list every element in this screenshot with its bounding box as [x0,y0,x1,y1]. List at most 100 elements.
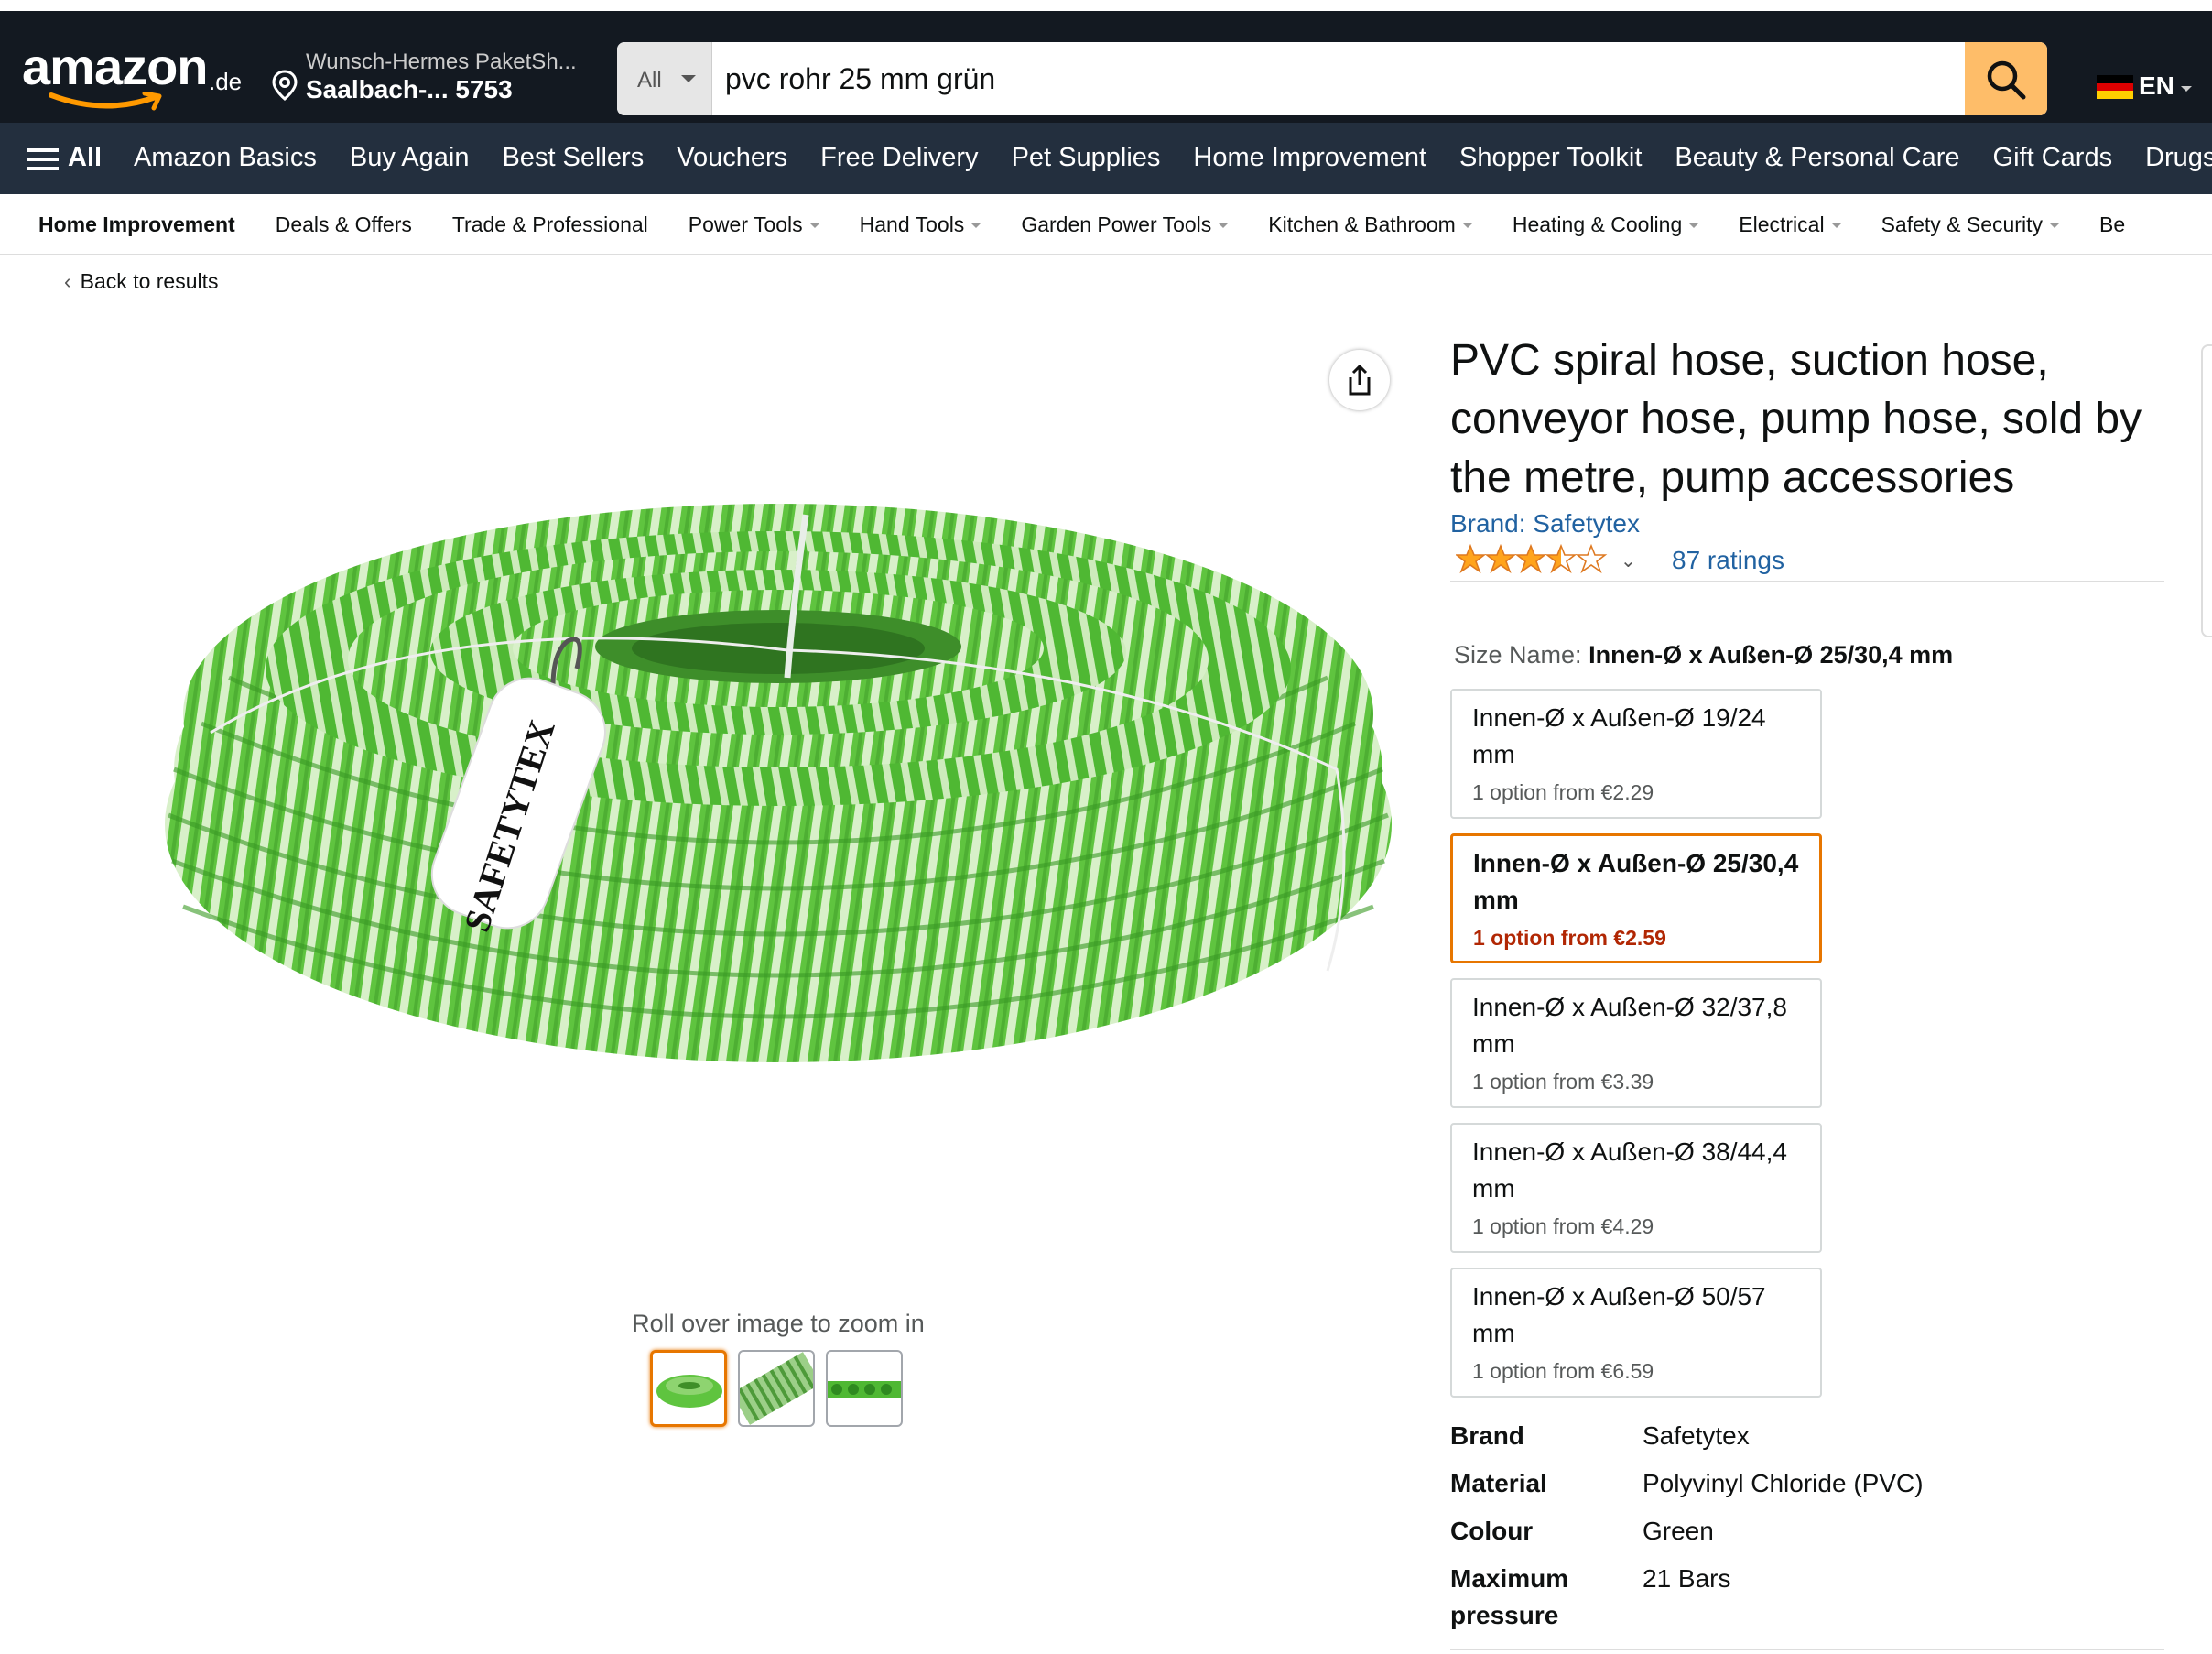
spec-key: Material [1450,1469,1547,1497]
search-bar: All [617,42,2047,115]
chevron-down-icon [1219,223,1229,229]
nav-link-vouchers[interactable]: Vouchers [677,143,787,173]
thumbnail-2[interactable] [738,1350,815,1427]
size-option-title: Innen-Ø x Außen-Ø 50/57 mm [1472,1282,1766,1347]
size-name-prefix: Size Name: [1454,641,1582,669]
nav-link-home-improvement[interactable]: Home Improvement [1193,143,1426,173]
subnav-power-tools-label: Power Tools [688,212,803,236]
brand-link[interactable]: Brand: Safetytex [1450,509,1640,539]
star-rating-icon[interactable] [1456,544,1611,575]
hamburger-icon [27,148,59,170]
share-icon [1349,364,1371,396]
nav-link-free-delivery[interactable]: Free Delivery [820,143,978,173]
search-button[interactable] [1965,42,2047,115]
subnav-heating-cooling[interactable]: Heating & Cooling [1512,212,1699,237]
chevron-down-icon [1831,223,1841,229]
size-option-38-44-4[interactable]: Innen-Ø x Außen-Ø 38/44,4 mm 1 option fr… [1450,1123,1822,1253]
size-option-32-37-8[interactable]: Innen-Ø x Außen-Ø 32/37,8 mm 1 option fr… [1450,978,1822,1108]
subnav-hand-tools[interactable]: Hand Tools [860,212,981,237]
spec-key: Colour [1450,1517,1534,1545]
thumbnail-strip [650,1350,925,1427]
size-option-title: Innen-Ø x Außen-Ø 25/30,4 mm [1473,849,1799,914]
hose-profile-thumbnail [828,1381,901,1398]
subnav-deals[interactable]: Deals & Offers [276,212,412,237]
nav-link-shopper-toolkit[interactable]: Shopper Toolkit [1459,143,1642,173]
product-main-image[interactable]: SAFETYTEX [146,495,1401,1136]
chevron-down-icon [809,223,819,229]
chevron-down-icon[interactable]: ⌄ [1621,550,1636,572]
subnav-safety-security[interactable]: Safety & Security [1881,212,2059,237]
subnav-power-tools[interactable]: Power Tools [689,212,819,237]
size-option-price: 1 option from €2.29 [1472,780,1654,804]
logo-tld: .de [209,68,243,95]
main-nav: All Amazon Basics Buy Again Best Sellers… [0,123,2212,194]
nav-link-pet-supplies[interactable]: Pet Supplies [1012,143,1161,173]
product-title: PVC spiral hose, suction hose, conveyor … [1450,336,2142,502]
size-option-price: 1 option from €3.39 [1472,1070,1654,1094]
spec-key: Brand [1450,1421,1524,1450]
size-name-value: Innen-Ø x Außen-Ø 25/30,4 mm [1589,641,1954,669]
chevron-down-icon [1462,223,1472,229]
nav-link-amazon-basics[interactable]: Amazon Basics [134,143,317,173]
all-menu-label: All [68,143,103,172]
chevron-left-icon: ‹ [64,269,71,293]
search-icon [1987,60,2026,100]
chevron-down-icon [971,223,981,229]
thumbnail-1[interactable] [650,1350,727,1427]
search-input[interactable] [725,42,1915,115]
language-selector[interactable]: EN [2097,68,2197,104]
nav-link-best-sellers[interactable]: Best Sellers [502,143,644,173]
share-button[interactable] [1329,350,1390,410]
size-option-50-57[interactable]: Innen-Ø x Außen-Ø 50/57 mm 1 option from… [1450,1268,1822,1398]
spec-value: 21 Bars [1643,1564,1731,1593]
nav-link-beauty[interactable]: Beauty & Personal Care [1675,143,1959,173]
spec-value: Polyvinyl Chloride (PVC) [1643,1469,1924,1497]
subnav-electrical-label: Electrical [1739,212,1825,236]
spec-key: Maximum pressure [1450,1564,1569,1629]
nav-link-buy-again[interactable]: Buy Again [350,143,470,173]
size-option-price: 1 option from €6.59 [1472,1359,1654,1383]
size-option-price: 1 option from €4.29 [1472,1214,1654,1238]
subnav-trade[interactable]: Trade & Professional [452,212,648,237]
spec-value: Green [1643,1517,1714,1545]
size-option-title: Innen-Ø x Außen-Ø 19/24 mm [1472,703,1766,768]
side-panel-edge[interactable] [2201,344,2212,637]
subnav-electrical[interactable]: Electrical [1739,212,1841,237]
deliver-line-2: Saalbach-... 5753 [306,75,513,103]
nav-link-drugstore[interactable]: Drugstore [2145,143,2212,173]
search-category-dropdown[interactable]: All [617,42,712,115]
deliver-line-1: Wunsch-Hermes PaketSh... [306,49,577,74]
size-option-title: Innen-Ø x Außen-Ø 32/37,8 mm [1472,993,1787,1058]
rating-row: ⌄ 87 ratings [1450,544,2164,581]
subnav-safety-label: Safety & Security [1881,212,2043,236]
subnav-truncated[interactable]: Be [2099,212,2125,237]
subnav-kitchen-label: Kitchen & Bathroom [1268,212,1456,236]
language-code: EN [2139,71,2174,100]
ratings-count-link[interactable]: 87 ratings [1672,546,1784,575]
subnav-kitchen-bathroom[interactable]: Kitchen & Bathroom [1268,212,1472,237]
subnav-home-improvement[interactable]: Home Improvement [38,212,235,237]
smile-arrow-icon [49,92,162,111]
chevron-down-icon [681,75,696,82]
logo-wordmark: amazon [22,38,208,95]
nav-link-gift-cards[interactable]: Gift Cards [1993,143,2113,173]
germany-flag-icon [2097,75,2133,99]
size-option-25-30-4[interactable]: Innen-Ø x Außen-Ø 25/30,4 mm 1 option fr… [1450,833,1822,963]
thumbnail-3[interactable] [826,1350,903,1427]
divider [1450,1649,2164,1650]
subnav-garden-label: Garden Power Tools [1021,212,1212,236]
subnav-hand-tools-label: Hand Tools [859,212,965,236]
category-subnav: Home Improvement Deals & Offers Trade & … [0,194,2212,255]
subnav-heating-label: Heating & Cooling [1512,212,1683,236]
deliver-to-location[interactable]: Wunsch-Hermes PaketSh... Saalbach-... 57… [271,37,582,106]
search-category-label: All [637,68,662,92]
back-to-results-label: Back to results [80,269,219,293]
size-option-19-24[interactable]: Innen-Ø x Außen-Ø 19/24 mm 1 option from… [1450,689,1822,819]
amazon-logo[interactable]: amazon .de [22,31,242,114]
size-name-label: Size Name: Innen-Ø x Außen-Ø 25/30,4 mm [1454,641,1953,669]
subnav-garden-power-tools[interactable]: Garden Power Tools [1021,212,1229,237]
back-to-results-link[interactable]: ‹ Back to results [64,269,219,294]
site-header: amazon .de Wunsch-Hermes PaketSh... Saal… [0,11,2212,123]
spec-value: Safetytex [1643,1421,1750,1450]
size-option-title: Innen-Ø x Außen-Ø 38/44,4 mm [1472,1137,1787,1202]
